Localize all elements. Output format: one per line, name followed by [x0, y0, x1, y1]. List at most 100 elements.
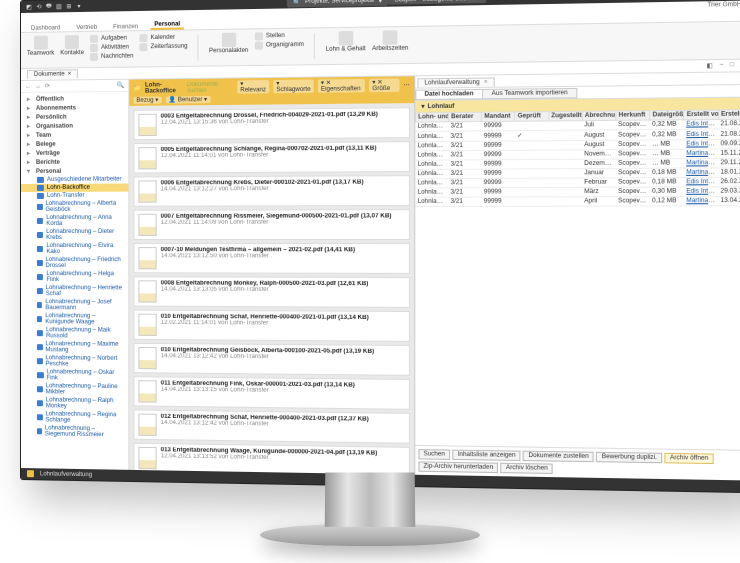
lohnlauf-panel: Lohnlaufverwaltung Datei hochladen Aus T…	[415, 72, 740, 480]
qat-icon[interactable]: ▾	[75, 2, 83, 10]
column-header[interactable]: Berater	[448, 112, 481, 122]
qat-icon[interactable]: ◩	[25, 3, 33, 11]
document-item[interactable]: 010 Entgeltabrechnung Geisböck, Alberta-…	[133, 343, 409, 376]
filter-relevanz[interactable]: ▾ Relevanz	[237, 80, 269, 94]
folder-icon	[37, 177, 44, 183]
ribbon-nachrichten[interactable]: Nachrichten	[90, 52, 133, 61]
action-button[interactable]: Suchen	[418, 449, 450, 460]
layout-icon[interactable]: ◧	[707, 62, 713, 69]
tree-item[interactable]: Lohnabrechnung – Josef Bauermann	[21, 298, 128, 313]
column-header[interactable]: Erstellt am	[718, 110, 740, 120]
ribbon-organigramm[interactable]: Organigramm	[255, 41, 304, 50]
doc-meta: 12.04.2021 11:14:09 von Lohn-Transfer	[161, 219, 405, 225]
lohnlauf-grid[interactable]: Lohn- und GehaltslaufBeraterMandantGeprü…	[415, 109, 740, 450]
doc-thumb-icon	[138, 180, 156, 202]
action-button[interactable]: Dokumente zustellen	[523, 451, 594, 463]
ribbon-aufgaben[interactable]: Aufgaben	[90, 34, 133, 43]
document-item[interactable]: 0008 Entgeltabrechnung Monkey, Ralph-000…	[133, 276, 409, 308]
more-icon[interactable]: ⋯	[403, 81, 409, 88]
document-item[interactable]: 012 Entgeltabrechnung Schaf, Henriette-0…	[133, 409, 409, 443]
table-row[interactable]: Lohnlauf_2021_04_Testfirma – allgeme...3…	[415, 196, 740, 206]
tab-vertrieb[interactable]: Vertrieb	[72, 25, 101, 31]
tree-item[interactable]: Lohnabrechnung – Alberta Geisböck	[21, 200, 128, 214]
subtab-upload[interactable]: Datei hochladen	[415, 88, 483, 99]
tree-item[interactable]: Lohnabrechnung – Maxime Mustang	[21, 340, 128, 355]
action-button[interactable]: Archiv öffnen	[665, 453, 714, 464]
qat-icon[interactable]: 🖶	[45, 2, 53, 10]
layout-icon[interactable]: □	[730, 62, 734, 69]
document-item[interactable]: 0003 Entgeltabrechnung Drossel, Friedric…	[133, 107, 409, 140]
tree-item[interactable]: Lohnabrechnung – Norbert Peschke	[21, 354, 128, 369]
tree-item[interactable]: Lohnabrechnung – Friedrich Drossel	[21, 256, 128, 270]
global-search-2[interactable]: Scopen – intelligente Suchfeld	[388, 0, 486, 5]
column-header[interactable]: Mandant	[482, 112, 515, 122]
folder-icon	[37, 358, 43, 364]
tree-item[interactable]: Lohnabrechnung – Anna Korda	[21, 214, 128, 228]
tree-item[interactable]: Lohnabrechnung – Dieter Krebs	[21, 228, 128, 242]
ribbon-personalakten[interactable]: Personalakten	[209, 33, 248, 55]
doctab-dokumente[interactable]: Dokumente×	[27, 69, 78, 79]
doc-thumb-icon	[138, 247, 156, 269]
document-item[interactable]: 010 Entgeltabrechnung Schaf, Henriette-0…	[133, 310, 409, 342]
close-icon[interactable]: ×	[68, 71, 72, 77]
tree-item[interactable]: Lohnabrechnung – Elvira Kako	[21, 242, 128, 256]
tree-item[interactable]: Lohnabrechnung – Kunigunde Waage	[21, 312, 128, 327]
qat-icon[interactable]: ▥	[55, 2, 63, 10]
tree-section-personal[interactable]: ▾Personal	[21, 166, 128, 176]
ribbon-teamwork[interactable]: Teamwork	[27, 35, 54, 61]
column-header[interactable]: Abrechnungsmonat	[582, 111, 616, 121]
folder-icon	[37, 246, 43, 252]
filter-schlagworte[interactable]: ▾ Schlagworte	[273, 80, 313, 94]
nav-refresh-icon[interactable]: ⟳	[45, 83, 50, 90]
document-item[interactable]: 0005 Entgeltabrechnung Schlange, Regina-…	[133, 141, 409, 173]
filter-groesse[interactable]: ▾ ✕ Größe	[369, 79, 399, 93]
action-button[interactable]: Zip-Archiv herunterladen	[418, 461, 498, 473]
column-header[interactable]: Herkunft	[616, 111, 650, 121]
layout-icon[interactable]: −	[719, 62, 723, 69]
nav-back-icon[interactable]: ←	[25, 83, 31, 89]
tree-item[interactable]: Lohnabrechnung – Maik Russold	[21, 326, 128, 341]
column-header[interactable]: Geprüft	[515, 112, 548, 122]
ribbon-lohn-gehalt[interactable]: Lohn & Gehalt	[326, 31, 366, 53]
tree-item[interactable]: Lohnabrechnung – Ralph Monkey	[21, 396, 128, 411]
ribbon-stellen[interactable]: Stellen	[255, 32, 304, 41]
action-button[interactable]: Archiv löschen	[501, 463, 554, 474]
search-input[interactable]: Dokumente suchen	[187, 81, 229, 94]
document-item[interactable]: 0006 Entgeltabrechnung Krebs, Dieter-000…	[133, 175, 409, 207]
tree-item[interactable]: Lohnabrechnung – Siegemund Rissmeier	[21, 424, 128, 440]
tree-item[interactable]: Lohnabrechnung – Oskar Fink	[21, 368, 128, 383]
column-header[interactable]: Erstellt von	[684, 110, 718, 120]
panel-tab[interactable]: Lohnlaufverwaltung	[417, 77, 495, 87]
tab-dashboard[interactable]: Dashboard	[27, 25, 64, 32]
breadcrumb[interactable]: Lohn-Backoffice	[145, 82, 183, 95]
ribbon-kalender[interactable]: Kalender	[139, 33, 187, 42]
action-button[interactable]: Bewerbung duplizi.	[596, 452, 662, 463]
global-search-1[interactable]: 🔍 Projekte, Serviceprojekte ▾	[287, 0, 388, 7]
filter-eigenschaften[interactable]: ▾ ✕ Eigenschaften	[318, 79, 365, 93]
document-item[interactable]: 0007-10 Meldungen Testfirma – allgemein …	[133, 243, 409, 274]
document-item[interactable]: 0007 Entgeltabrechnung Rissmeier, Siegem…	[133, 209, 409, 240]
ribbon-aktivitaeten[interactable]: Aktivitäten	[90, 43, 133, 52]
tree-item[interactable]: Lohnabrechnung – Henriette Schaf	[21, 284, 128, 298]
ribbon-arbeitszeiten[interactable]: Arbeitszeiten	[372, 30, 408, 52]
tree-item[interactable]: Lohnabrechnung – Regina Schlange	[21, 410, 128, 425]
tree-item[interactable]: Lohnabrechnung – Helga Flink	[21, 270, 128, 284]
subtab-import[interactable]: Aus Teamwork importieren	[482, 87, 577, 98]
column-header[interactable]: Zugestellt	[548, 111, 582, 121]
tab-personal[interactable]: Personal	[150, 21, 184, 30]
doc-meta: 14.04.2021 13:12:50 von Lohn-Transfer	[161, 253, 405, 259]
action-button[interactable]: Inhaltsliste anzeigen	[452, 450, 521, 461]
filter-bezug[interactable]: Bezug ▾	[133, 96, 161, 103]
ribbon-zeiterfassung[interactable]: Zeiterfassung	[139, 43, 187, 52]
document-item[interactable]: 011 Entgeltabrechnung Fink, Oskar-000001…	[133, 376, 409, 410]
search-icon[interactable]: 🔍	[117, 82, 125, 89]
nav-fwd-icon[interactable]: →	[35, 83, 41, 89]
qat-icon[interactable]: ⟲	[35, 3, 43, 11]
ribbon-kontakte[interactable]: Kontakte	[60, 35, 84, 61]
tab-finanzen[interactable]: Finanzen	[109, 24, 142, 31]
qat-icon[interactable]: ⊞	[65, 2, 73, 10]
tree-item[interactable]: Lohnabrechnung – Pauline Mikbler	[21, 382, 128, 397]
column-header[interactable]: Dateigröße	[650, 110, 684, 120]
filter-benutzer[interactable]: 👤 Benutzer ▾	[165, 96, 210, 104]
column-header[interactable]: Lohn- und Gehaltslauf	[415, 113, 448, 123]
